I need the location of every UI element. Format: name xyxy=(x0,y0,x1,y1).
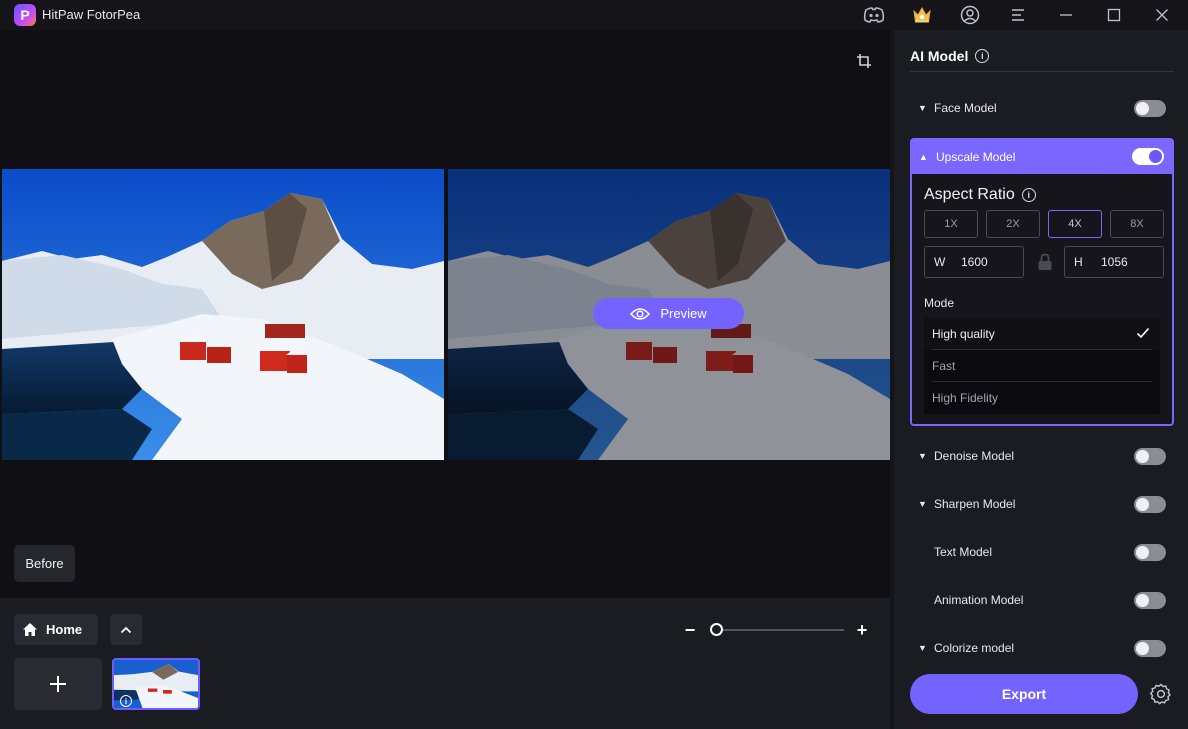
mode-list: High quality Fast High Fidelity xyxy=(924,318,1160,414)
preview-label: Preview xyxy=(660,306,707,321)
model-label: Animation Model xyxy=(934,593,1024,607)
chevron-up-icon xyxy=(120,626,132,633)
menu-icon[interactable] xyxy=(1006,3,1030,27)
maximize-icon[interactable] xyxy=(1102,3,1126,27)
lock-icon[interactable] xyxy=(1035,252,1055,272)
home-label: Home xyxy=(46,622,83,637)
text-model-toggle[interactable] xyxy=(1134,544,1166,561)
caret-down-icon[interactable]: ▼ xyxy=(910,499,930,509)
colorize-model-toggle[interactable] xyxy=(1134,640,1166,657)
model-row-animation[interactable]: Animation Model xyxy=(910,582,1174,618)
aspect-ratio-title: Aspect Ratio i xyxy=(924,186,1036,204)
plus-icon xyxy=(50,676,66,692)
mode-option-high-quality[interactable]: High quality xyxy=(924,318,1160,350)
ratio-4x-button[interactable]: 4X xyxy=(1048,210,1102,238)
mode-option-fast[interactable]: Fast xyxy=(924,350,1160,382)
model-label: Text Model xyxy=(934,545,993,559)
mode-label: Mode xyxy=(924,296,955,310)
height-value[interactable]: 1056 xyxy=(1101,255,1128,269)
height-field[interactable]: H 1056 xyxy=(1064,246,1164,278)
model-label: Sharpen Model xyxy=(934,497,1016,511)
minimize-icon[interactable] xyxy=(1054,3,1078,27)
info-icon[interactable]: i xyxy=(975,49,990,63)
width-field[interactable]: W 1600 xyxy=(924,246,1024,278)
account-icon[interactable] xyxy=(958,3,982,27)
mode-option-high-fidelity[interactable]: High Fidelity xyxy=(924,382,1160,414)
check-icon xyxy=(1136,327,1150,339)
caret-up-icon[interactable]: ▲ xyxy=(912,152,932,162)
sidebar-title-label: AI Model xyxy=(910,48,969,64)
crop-icon[interactable] xyxy=(852,50,876,72)
ratio-8x-button[interactable]: 8X xyxy=(1110,210,1164,238)
model-row-upscale[interactable]: ▲ Upscale Model xyxy=(912,140,1172,174)
model-row-sharpen[interactable]: ▼ Sharpen Model xyxy=(910,486,1174,522)
upscale-model-toggle[interactable] xyxy=(1132,148,1164,165)
home-icon xyxy=(23,623,37,636)
home-button[interactable]: Home xyxy=(14,614,98,645)
model-row-face[interactable]: ▼ Face Model xyxy=(910,90,1174,126)
mode-option-label: High Fidelity xyxy=(932,391,999,405)
mode-option-label: Fast xyxy=(932,359,956,373)
zoom-in-button[interactable]: + xyxy=(854,620,870,640)
zoom-slider-knob[interactable] xyxy=(710,623,723,636)
mode-option-label: High quality xyxy=(932,327,995,341)
caret-down-icon[interactable]: ▼ xyxy=(910,103,930,113)
sidebar-title: AI Model i xyxy=(910,48,990,64)
face-model-toggle[interactable] xyxy=(1134,100,1166,117)
info-icon[interactable]: i xyxy=(120,695,132,707)
denoise-model-toggle[interactable] xyxy=(1134,448,1166,465)
upscale-model-panel: ▲ Upscale Model Aspect Ratio i 1X 2X 4X … xyxy=(910,138,1174,426)
title-bar: P HitPaw FotorPea xyxy=(0,0,1188,30)
ratio-1x-button[interactable]: 1X xyxy=(924,210,978,238)
model-row-text[interactable]: Text Model xyxy=(910,534,1174,570)
width-label: W xyxy=(934,255,946,269)
ratio-2x-button[interactable]: 2X xyxy=(986,210,1040,238)
before-button[interactable]: Before xyxy=(14,545,75,582)
info-icon[interactable]: i xyxy=(1021,188,1036,202)
discord-icon[interactable] xyxy=(862,3,886,27)
aspect-ratio-label: Aspect Ratio xyxy=(924,186,1015,203)
collapse-button[interactable] xyxy=(110,614,142,645)
caret-down-icon[interactable]: ▼ xyxy=(910,643,930,653)
add-image-button[interactable] xyxy=(14,658,102,710)
model-label: Upscale Model xyxy=(936,150,1016,164)
sharpen-model-toggle[interactable] xyxy=(1134,496,1166,513)
close-icon[interactable] xyxy=(1150,3,1174,27)
width-value[interactable]: 1600 xyxy=(961,255,988,269)
divider xyxy=(910,71,1174,72)
app-logo: P xyxy=(14,4,36,26)
model-label: Colorize model xyxy=(934,641,1015,655)
app-title: HitPaw FotorPea xyxy=(42,7,141,22)
model-label: Face Model xyxy=(934,101,997,115)
premium-crown-icon[interactable] xyxy=(910,3,934,27)
caret-down-icon[interactable]: ▼ xyxy=(910,451,930,461)
eye-icon xyxy=(630,307,651,320)
height-label: H xyxy=(1074,255,1083,269)
animation-model-toggle[interactable] xyxy=(1134,592,1166,609)
image-thumbnail[interactable]: i xyxy=(112,658,200,710)
model-row-colorize[interactable]: ▼ Colorize model xyxy=(910,630,1174,666)
preview-button[interactable]: Preview xyxy=(593,298,744,329)
before-image xyxy=(2,169,444,460)
export-button[interactable]: Export xyxy=(910,674,1138,714)
zoom-out-button[interactable]: − xyxy=(682,620,698,640)
zoom-slider-track[interactable] xyxy=(716,629,844,631)
settings-gear-icon[interactable] xyxy=(1149,683,1172,705)
model-row-denoise[interactable]: ▼ Denoise Model xyxy=(910,438,1174,474)
model-label: Denoise Model xyxy=(934,449,1015,463)
